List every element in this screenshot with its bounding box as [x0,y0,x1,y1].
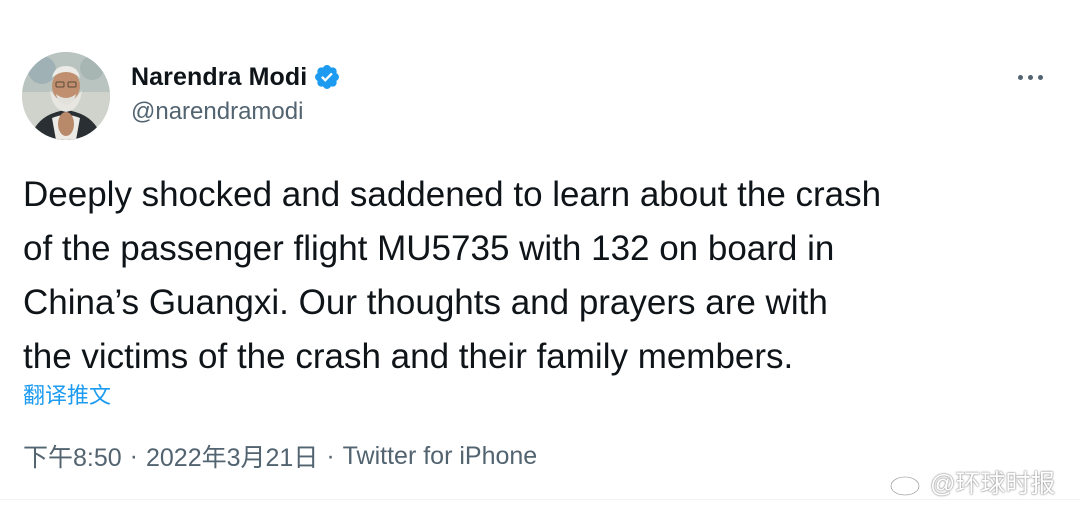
watermark-text: @环球时报 [930,470,1056,498]
tweet-text-line: China’s Guangxi. Our thoughts and prayer… [23,283,828,322]
display-name[interactable]: Narendra Modi [131,63,307,92]
tweet-time[interactable]: 下午8:50 [23,438,122,474]
meta-separator: · [129,441,138,470]
translate-tweet-link[interactable]: 翻译推文 [23,378,111,410]
more-dot [1017,74,1023,80]
tweet-meta: 下午8:50 · 2022年3月21日 · Twitter for iPhone [23,438,537,474]
author-handle[interactable]: @narendramodi [131,98,303,126]
tweet-source[interactable]: Twitter for iPhone [343,442,538,471]
meta-separator: · [326,441,335,470]
tweet-text-line: the victims of the crash and their famil… [23,337,794,376]
author-name-row[interactable]: Narendra Modi [131,60,341,94]
more-dot [1037,74,1043,80]
tweet-text-line: Deeply shocked and saddened to learn abo… [23,175,882,214]
tweet-date[interactable]: 2022年3月21日 [146,438,318,474]
avatar[interactable] [22,52,110,140]
tweet-text-line: of the passenger flight MU5735 with 132 … [23,229,835,268]
verified-badge-icon [315,65,340,89]
profile-photo-icon [22,52,110,140]
more-options-icon[interactable] [1010,62,1050,92]
tweet-text: Deeply shocked and saddened to learn abo… [23,168,1068,384]
weibo-icon [889,470,926,497]
watermark: @环球时报 [888,464,1055,500]
tweet-card: Narendra Modi @narendramodi Deeply shock… [0,0,1080,507]
more-dot [1027,74,1033,80]
